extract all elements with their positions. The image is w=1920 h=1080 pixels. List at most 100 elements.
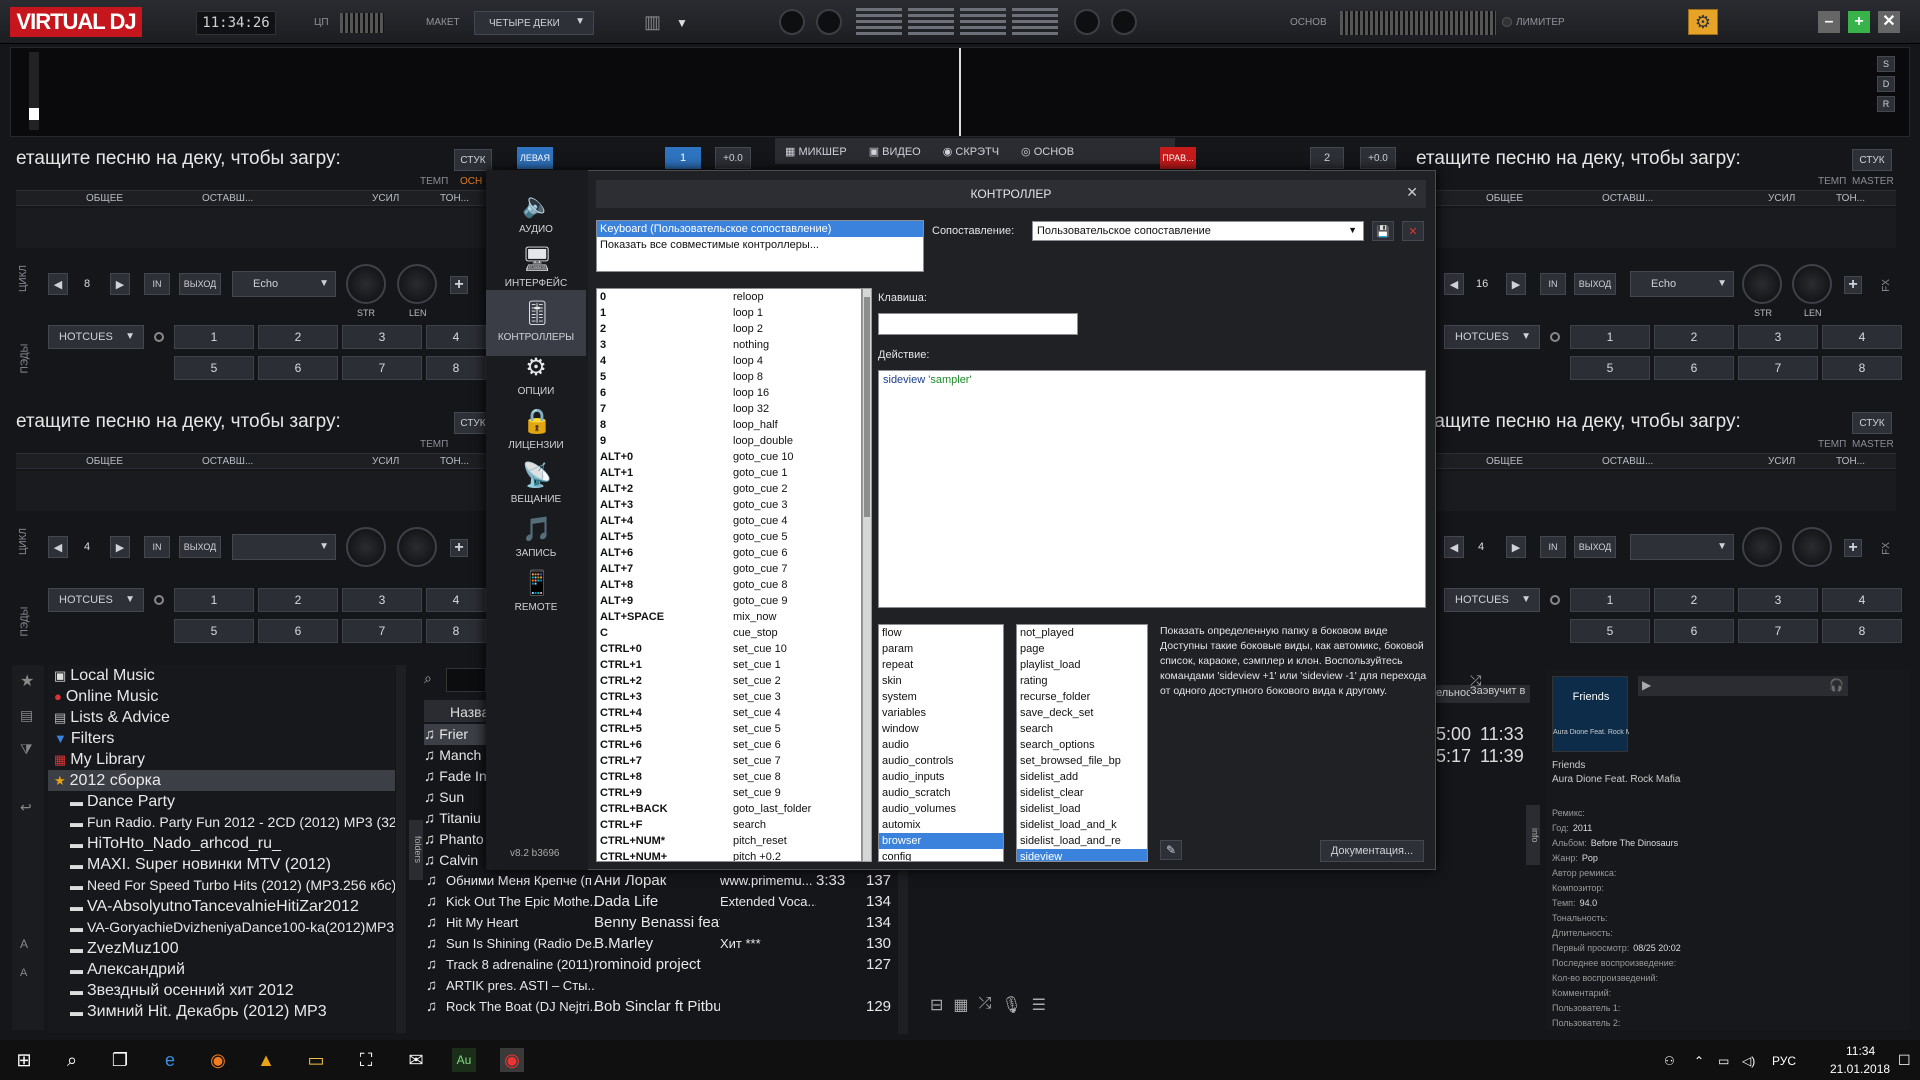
- add-effect-icon[interactable]: +: [450, 539, 468, 557]
- maximize-icon[interactable]: +: [1848, 11, 1870, 33]
- command-item[interactable]: set_browsed_file_bp: [1017, 753, 1147, 769]
- pad-2[interactable]: 2: [1654, 325, 1734, 349]
- sync-button[interactable]: СТУК: [1852, 149, 1892, 171]
- action-editor[interactable]: sideview 'sampler': [878, 370, 1426, 608]
- pad-8[interactable]: 8: [1822, 356, 1902, 380]
- pad-5[interactable]: 5: [174, 356, 254, 380]
- deck-waveform[interactable]: [16, 471, 486, 511]
- command-item[interactable]: recurse_folder: [1017, 689, 1147, 705]
- hotcues-dropdown[interactable]: HOTCUES ▼: [48, 588, 144, 612]
- loop-in-button[interactable]: IN: [1540, 273, 1566, 295]
- hotcues-dropdown[interactable]: HOTCUES ▼: [1444, 588, 1540, 612]
- key-mapping-row[interactable]: ALT+6 goto_cue 6: [597, 545, 861, 561]
- audition-icon[interactable]: Au: [452, 1048, 476, 1072]
- pad-7[interactable]: 7: [342, 356, 422, 380]
- pad-8[interactable]: 8: [426, 356, 486, 380]
- song-row-partial[interactable]: ♫ Sun: [424, 787, 486, 808]
- loop-out-button[interactable]: ВЫХОД: [1574, 273, 1616, 295]
- category-item[interactable]: automix: [879, 817, 1003, 833]
- key-mapping-row[interactable]: CTRL+4 set_cue 4: [597, 705, 861, 721]
- key-mapping-row[interactable]: ALT+0 goto_cue 10: [597, 449, 861, 465]
- save-mapping-icon[interactable]: 💾: [1372, 221, 1394, 241]
- file-explorer-icon[interactable]: ▭: [304, 1048, 328, 1072]
- info-tab[interactable]: info: [1526, 805, 1540, 865]
- command-item[interactable]: save_deck_set: [1017, 705, 1147, 721]
- tree-item[interactable]: ▦ My Library: [48, 749, 395, 770]
- effect-len-knob[interactable]: [1792, 264, 1832, 304]
- shuffle-icon[interactable]: ⤮: [979, 995, 992, 1023]
- sidelist-icon[interactable]: ▤: [20, 707, 33, 724]
- pad-4[interactable]: 4: [1822, 325, 1902, 349]
- tree-item[interactable]: ▬ Need For Speed Turbo Hits (2012) (MP3.2…: [48, 875, 395, 896]
- pad-5[interactable]: 5: [1570, 356, 1650, 380]
- deck2-play-indicator[interactable]: [1074, 9, 1100, 35]
- pad-2[interactable]: 2: [258, 325, 338, 349]
- sidebar-item-7[interactable]: 📱 REMOTE: [486, 560, 586, 626]
- pad-6[interactable]: 6: [258, 356, 338, 380]
- key-mapping-row[interactable]: CTRL+1 set_cue 1: [597, 657, 861, 673]
- documentation-button[interactable]: Документация...: [1320, 840, 1424, 862]
- key-mapping-row[interactable]: ALT+8 goto_cue 8: [597, 577, 861, 593]
- deck3-play-indicator[interactable]: [816, 9, 842, 35]
- controller-item-keyboard[interactable]: Keyboard (Пользовательское сопоставление…: [597, 221, 923, 237]
- limiter-indicator[interactable]: [1502, 17, 1512, 27]
- pad-7[interactable]: 7: [1738, 619, 1818, 643]
- close-icon[interactable]: ✕: [1406, 184, 1418, 201]
- song-row[interactable]: ♫ Hit My Heart Benny Benassi feat. l... 134: [424, 912, 904, 933]
- tree-item[interactable]: ▬ VA-AbsolyutnoTancevalnieHitiZar2012: [48, 896, 395, 917]
- playlist-icon[interactable]: ☰: [1032, 995, 1046, 1023]
- loop-prev-icon[interactable]: ◀: [48, 273, 68, 295]
- song-row-partial[interactable]: ♫ Manch: [424, 745, 486, 766]
- pad-3[interactable]: 3: [1738, 588, 1818, 612]
- minimize-icon[interactable]: –: [1818, 11, 1840, 33]
- tab-video[interactable]: ▣ ВИДЕО: [869, 145, 921, 158]
- add-effect-icon[interactable]: +: [1844, 276, 1862, 294]
- category-item[interactable]: browser: [879, 833, 1003, 849]
- category-item[interactable]: config: [879, 849, 1003, 861]
- tree-item[interactable]: ★ 2012 сборка: [48, 770, 395, 791]
- search-icon[interactable]: ⌕: [60, 1048, 84, 1072]
- effect-param1-knob[interactable]: [346, 527, 386, 567]
- key-mapping-row[interactable]: 3 nothing: [597, 337, 861, 353]
- song-row[interactable]: ♫ ARTIK pres. ASTI – Сты...: [424, 975, 904, 996]
- loop-out-button[interactable]: ВЫХОД: [1574, 536, 1616, 558]
- effect-dropdown[interactable]: Echo ▼: [1630, 271, 1734, 297]
- category-item[interactable]: skin: [879, 673, 1003, 689]
- key-mapping-row[interactable]: CTRL+5 set_cue 5: [597, 721, 861, 737]
- command-item[interactable]: not_played: [1017, 625, 1147, 641]
- tree-item[interactable]: ▬ Fun Radio. Party Fun 2012 - 2CD (2012) …: [48, 812, 395, 833]
- loop-prev-icon[interactable]: ◀: [1444, 273, 1464, 295]
- category-item[interactable]: flow: [879, 625, 1003, 641]
- deck-waveform[interactable]: [1416, 471, 1896, 511]
- left-deck-tab[interactable]: ЛЕВАЯ: [517, 147, 553, 169]
- zoom-slider-handle[interactable]: [29, 108, 39, 120]
- app-icon[interactable]: ▲: [254, 1048, 278, 1072]
- loop-next-icon[interactable]: ▶: [1506, 536, 1526, 558]
- key-mapping-row[interactable]: CTRL+3 set_cue 3: [597, 689, 861, 705]
- back-icon[interactable]: ↩: [20, 799, 32, 816]
- tab-mixer[interactable]: ▦ МИКШЕР: [785, 145, 847, 158]
- pad-mode-indicator[interactable]: [154, 595, 164, 605]
- key-mapping-row[interactable]: 7 loop 32: [597, 401, 861, 417]
- waveform-icon[interactable]: ▥: [644, 12, 666, 34]
- add-effect-icon[interactable]: +: [450, 276, 468, 294]
- pad-mode-indicator[interactable]: [1550, 595, 1560, 605]
- command-item[interactable]: sidelist_load_and_re: [1017, 833, 1147, 849]
- deck-waveform[interactable]: [16, 208, 486, 248]
- effect-param1-knob[interactable]: [1742, 527, 1782, 567]
- folder-tree-scrollbar[interactable]: [396, 665, 406, 1033]
- hotcues-dropdown[interactable]: HOTCUES ▼: [1444, 325, 1540, 349]
- microphone-icon[interactable]: 🎙: [1001, 995, 1021, 1023]
- key-mapping-scrollbar[interactable]: [862, 288, 872, 862]
- search-icon[interactable]: ⌕: [424, 670, 442, 688]
- category-item[interactable]: audio: [879, 737, 1003, 753]
- effect-param2-knob[interactable]: [397, 527, 437, 567]
- deck1-play-indicator[interactable]: [779, 9, 805, 35]
- pad-6[interactable]: 6: [258, 619, 338, 643]
- preview-player[interactable]: ▶ 🎧: [1638, 676, 1848, 696]
- right-deck-tab[interactable]: ПРАВ...: [1160, 147, 1196, 169]
- tab-master[interactable]: ◎ ОСНОВ: [1021, 145, 1074, 158]
- pad-8[interactable]: 8: [426, 619, 486, 643]
- command-item[interactable]: sideview: [1017, 849, 1147, 861]
- key-mapping-row[interactable]: CTRL+9 set_cue 9: [597, 785, 861, 801]
